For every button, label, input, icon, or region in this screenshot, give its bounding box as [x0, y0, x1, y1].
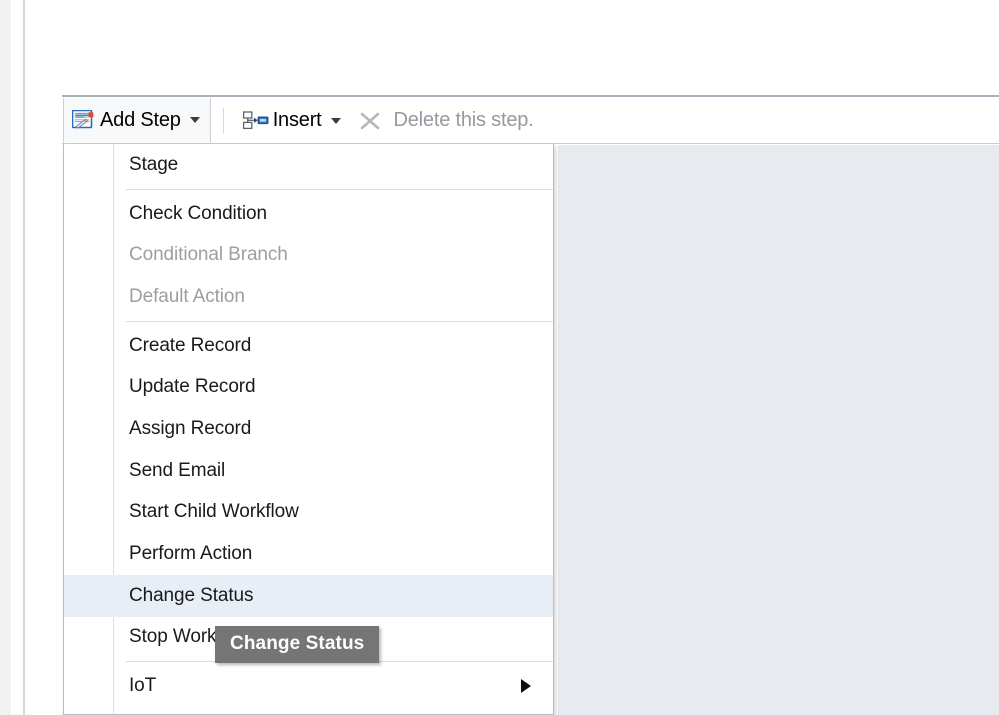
chevron-down-icon[interactable]: [330, 117, 341, 124]
menu-item-create-record[interactable]: Create Record: [64, 325, 553, 367]
page-left-divider: [23, 0, 25, 715]
chevron-down-icon[interactable]: [189, 117, 200, 123]
chevron-right-icon[interactable]: [521, 679, 531, 694]
menu-item-label: Default Action: [129, 285, 245, 307]
change-status-tooltip: Change Status: [215, 626, 380, 663]
add-step-label: Add Step: [100, 108, 181, 131]
close-x-icon: [359, 110, 381, 132]
menu-item-label: Update Record: [129, 376, 256, 398]
menu-item-check-condition[interactable]: Check Condition: [64, 193, 553, 235]
add-step-button[interactable]: Add Step: [63, 98, 211, 143]
menu-item-label: Create Record: [129, 334, 252, 356]
insert-label: Insert: [272, 109, 322, 131]
menu-item-conditional-branch: Conditional Branch: [64, 234, 553, 276]
workflow-toolbar: Add Step Insert Delete this step.: [62, 95, 999, 144]
insert-button[interactable]: Insert: [235, 98, 349, 143]
menu-item-label: Start Child Workflow: [129, 501, 299, 523]
menu-item-label: Check Condition: [129, 202, 267, 224]
menu-item-perform-action[interactable]: Perform Action: [64, 533, 553, 575]
toolbar-separator: [222, 107, 224, 134]
page-left-margin-strip: [0, 0, 11, 715]
menu-item-start-child-workflow[interactable]: Start Child Workflow: [64, 492, 553, 534]
menu-item-label: Conditional Branch: [129, 244, 288, 266]
menu-item-label: Perform Action: [129, 543, 253, 565]
menu-item-send-email[interactable]: Send Email: [64, 450, 553, 492]
insert-step-icon: [242, 110, 269, 131]
menu-item-update-record[interactable]: Update Record: [64, 366, 553, 408]
menu-item-stage[interactable]: Stage: [64, 144, 553, 186]
menu-item-label: Send Email: [129, 459, 226, 481]
menu-item-change-status[interactable]: Change Status: [64, 574, 553, 617]
menu-item-label: Change Status: [129, 584, 254, 606]
delete-step-label: Delete this step.: [393, 109, 534, 131]
delete-step-button: Delete this step.: [349, 98, 542, 143]
menu-item-iot[interactable]: IoT: [64, 665, 553, 707]
menu-item-default-action: Default Action: [64, 276, 553, 318]
menu-separator: [126, 320, 553, 322]
menu-item-label: Assign Record: [129, 417, 252, 439]
menu-item-label: IoT: [129, 675, 157, 697]
add-step-icon: [71, 109, 94, 130]
app-root: Add Step Insert Delete this step. Stage …: [0, 0, 999, 715]
menu-item-assign-record[interactable]: Assign Record: [64, 408, 553, 450]
menu-item-label: Stage: [129, 153, 179, 175]
menu-separator: [126, 188, 553, 190]
workflow-canvas-panel: [558, 145, 999, 715]
